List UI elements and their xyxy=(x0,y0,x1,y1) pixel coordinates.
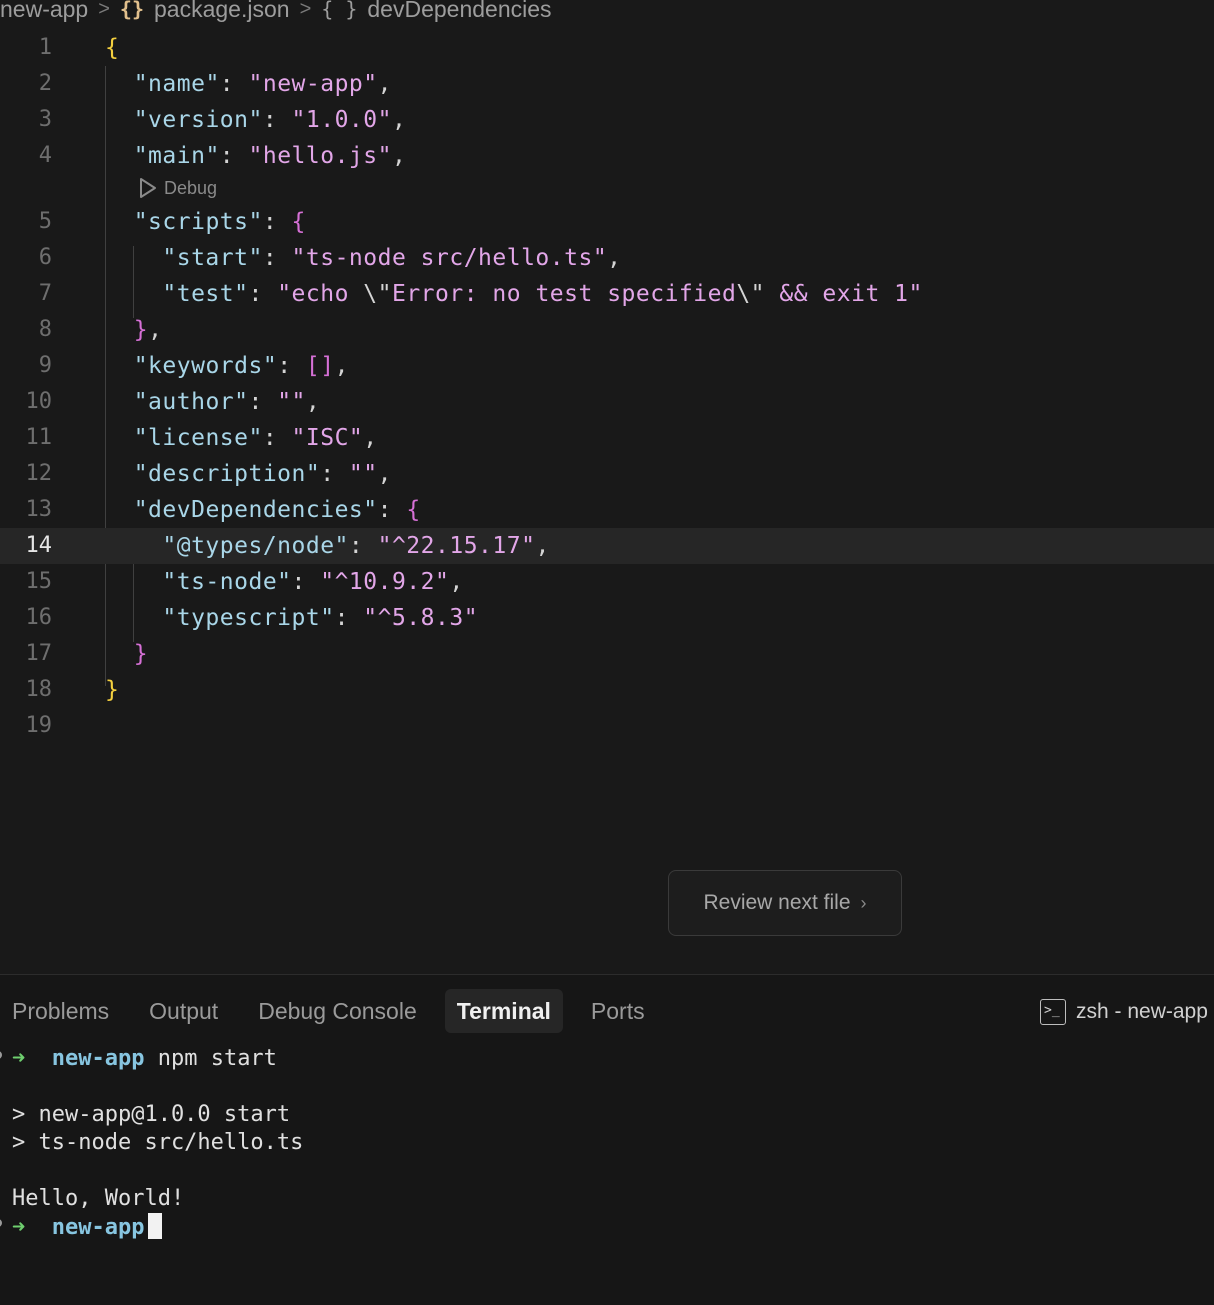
code-text: } xyxy=(105,677,120,703)
line-number: 1 xyxy=(38,35,52,60)
terminal-name: zsh - new-app xyxy=(1076,1000,1208,1023)
terminal-command: npm start xyxy=(157,1046,277,1071)
line-number: 19 xyxy=(25,713,53,738)
prompt-directory: new-app xyxy=(51,1215,145,1240)
command-status-dot xyxy=(0,1219,2,1227)
code-text: "version": "1.0.0", xyxy=(133,107,407,133)
terminal-output-line: Hello, World! xyxy=(12,1186,185,1211)
breadcrumb: new-app > {} package.json > { } devDepen… xyxy=(0,0,1214,24)
line-number: 11 xyxy=(25,425,53,450)
code-line[interactable]: 15 "ts-node": "^10.9.2", xyxy=(0,564,1214,600)
prompt-directory: new-app xyxy=(51,1046,145,1071)
line-number: 6 xyxy=(38,245,52,270)
breadcrumb-file[interactable]: package.json xyxy=(154,0,290,23)
code-text: "devDependencies": { xyxy=(133,497,421,523)
code-text: }, xyxy=(133,317,163,343)
breadcrumb-folder[interactable]: new-app xyxy=(0,0,88,23)
line-number: 9 xyxy=(38,353,52,378)
breadcrumb-symbol[interactable]: devDependencies xyxy=(367,0,551,23)
line-number: 13 xyxy=(25,497,53,522)
code-line[interactable]: 7 "test": "echo \"Error: no test specifi… xyxy=(0,276,1214,312)
code-line[interactable]: 19 xyxy=(0,708,1214,744)
code-line[interactable]: 18 } xyxy=(0,672,1214,708)
terminal-selector[interactable]: >_ zsh - new-app xyxy=(1040,995,1208,1029)
panel-tabs: Problems Output Debug Console Terminal P… xyxy=(0,989,673,1033)
chevron-right-icon: › xyxy=(860,892,867,913)
code-text: "@types/node": "^22.15.17", xyxy=(162,533,550,559)
terminal-icon: >_ xyxy=(1040,999,1066,1025)
review-next-file-label: Review next file xyxy=(703,891,851,914)
object-symbol-icon: { } xyxy=(321,0,358,21)
code-line[interactable]: 16 "typescript": "^5.8.3" xyxy=(0,600,1214,636)
tab-terminal[interactable]: Terminal xyxy=(444,989,563,1033)
code-text: "main": "hello.js", xyxy=(133,143,407,169)
code-text: "ts-node": "^10.9.2", xyxy=(162,569,464,595)
code-line[interactable]: 6 "start": "ts-node src/hello.ts", xyxy=(0,240,1214,276)
code-line[interactable]: 12 "description": "", xyxy=(0,456,1214,492)
code-line[interactable]: 17 } xyxy=(0,636,1214,672)
line-number: 17 xyxy=(25,641,53,666)
line-number: 7 xyxy=(38,281,52,306)
line-number: 10 xyxy=(25,389,53,414)
prompt-arrow: ➜ xyxy=(12,1046,26,1071)
line-number: 4 xyxy=(38,143,52,168)
code-text: { xyxy=(105,35,120,61)
tab-ports[interactable]: Ports xyxy=(579,989,657,1033)
review-next-file-button[interactable]: Review next file › xyxy=(668,870,902,936)
code-line[interactable]: 9 "keywords": [], xyxy=(0,348,1214,384)
code-line[interactable]: 2 "name": "new-app", xyxy=(0,66,1214,102)
line-number: 3 xyxy=(38,107,52,132)
code-line[interactable]: 13 "devDependencies": { xyxy=(0,492,1214,528)
code-text: "author": "", xyxy=(133,389,321,415)
prompt-arrow: ➜ xyxy=(12,1215,26,1240)
code-line[interactable]: 1 { xyxy=(0,30,1214,66)
tab-debug-console[interactable]: Debug Console xyxy=(246,989,429,1033)
code-line[interactable]: 3 "version": "1.0.0", xyxy=(0,102,1214,138)
code-line-current[interactable]: 14 "@types/node": "^22.15.17", xyxy=(0,528,1214,564)
chevron-right-icon: > xyxy=(98,0,110,20)
code-line[interactable]: 4 "main": "hello.js", xyxy=(0,138,1214,174)
line-number: 15 xyxy=(25,569,53,594)
code-text: "test": "echo \"Error: no test specified… xyxy=(162,281,923,307)
terminal-prompt-line: ➜ new-app npm start xyxy=(12,1045,277,1073)
line-number: 16 xyxy=(25,605,53,630)
terminal-cursor xyxy=(148,1213,163,1239)
line-number: 18 xyxy=(25,677,53,702)
code-text: "start": "ts-node src/hello.ts", xyxy=(162,245,622,271)
terminal-output-line: > ts-node src/hello.ts xyxy=(12,1130,304,1155)
line-number: 2 xyxy=(38,71,52,96)
json-file-icon: {} xyxy=(119,0,145,21)
code-text: "typescript": "^5.8.3" xyxy=(162,605,479,631)
line-number: 14 xyxy=(25,533,53,558)
code-text: "keywords": [], xyxy=(133,353,349,379)
code-line[interactable]: 5 "scripts": { xyxy=(0,204,1214,240)
codelens-label: Debug xyxy=(164,177,218,198)
play-icon xyxy=(140,178,156,198)
debug-codelens[interactable]: Debug xyxy=(138,176,217,200)
chevron-right-icon: > xyxy=(299,0,312,20)
tab-output[interactable]: Output xyxy=(137,989,230,1033)
code-line[interactable]: 11 "license": "ISC", xyxy=(0,420,1214,456)
terminal-prompt-line: ➜ new-app xyxy=(12,1213,163,1242)
code-editor[interactable]: 1 { 2 "name": "new-app", 3 "version": "1… xyxy=(0,30,1214,974)
terminal-output-line: > new-app@1.0.0 start xyxy=(12,1102,291,1127)
code-text: "scripts": { xyxy=(133,209,306,235)
code-line[interactable]: 8 }, xyxy=(0,312,1214,348)
code-line[interactable]: 10 "author": "", xyxy=(0,384,1214,420)
code-text: "name": "new-app", xyxy=(133,71,392,97)
code-text: } xyxy=(133,641,149,667)
tab-problems[interactable]: Problems xyxy=(0,989,121,1033)
command-status-dot xyxy=(0,1051,2,1059)
line-number: 12 xyxy=(25,461,53,486)
code-text: "license": "ISC", xyxy=(133,425,378,451)
line-number: 8 xyxy=(38,317,52,342)
bottom-panel: Problems Output Debug Console Terminal P… xyxy=(0,974,1214,1305)
code-text: "description": "", xyxy=(133,461,392,487)
line-number: 5 xyxy=(38,209,52,234)
